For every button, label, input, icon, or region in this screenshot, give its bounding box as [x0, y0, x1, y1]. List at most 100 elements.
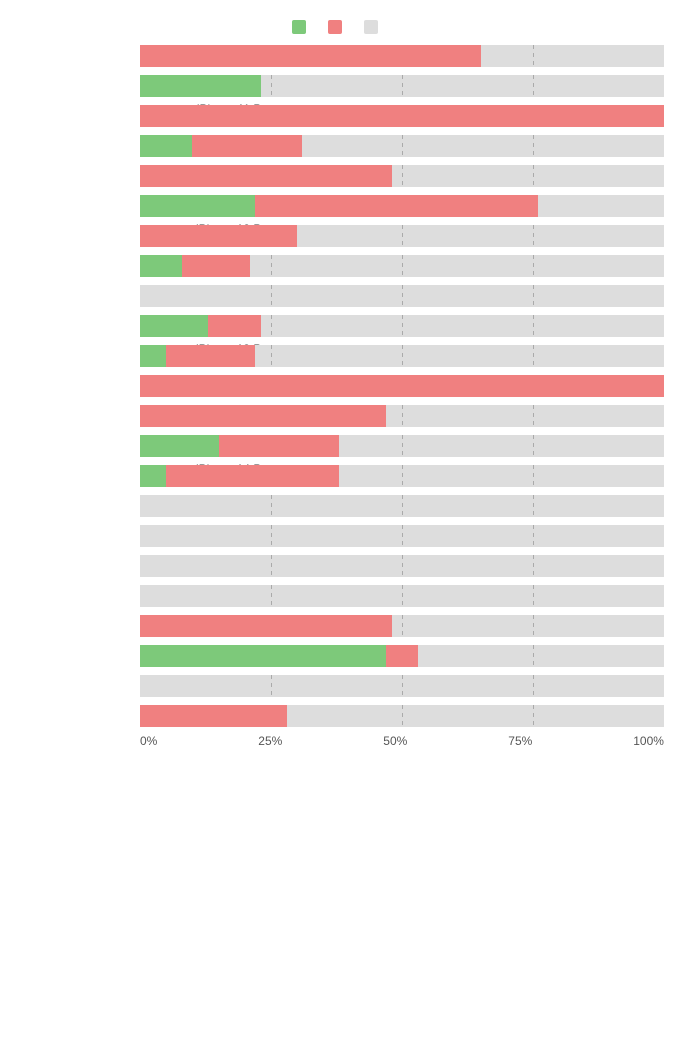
bar-segment-pink	[166, 465, 339, 487]
bar-row: iPhone 12 mini	[140, 162, 664, 190]
bar-segment-green	[140, 435, 219, 457]
grid-line	[533, 675, 534, 697]
x-label-100: 100%	[633, 734, 664, 748]
x-label-50: 50%	[383, 734, 407, 748]
grid-line	[533, 165, 534, 187]
grid-line	[402, 255, 403, 277]
bar-segment-pink	[219, 435, 340, 457]
bar-segment-pink	[140, 615, 392, 637]
bar-row: iPhone 13 mini	[140, 282, 664, 310]
bar-segment-green	[140, 75, 261, 97]
legend-dot-save	[292, 20, 306, 34]
bar-track	[140, 375, 664, 397]
bar-row: iPhone 12 Pro	[140, 192, 664, 220]
grid-line	[402, 585, 403, 607]
bar-segment-pink	[182, 255, 250, 277]
bar-segment-green	[140, 465, 166, 487]
bar-segment-pink	[255, 195, 538, 217]
grid-line	[533, 645, 534, 667]
grid-line	[402, 675, 403, 697]
legend-item-save	[292, 20, 310, 34]
bar-track	[140, 255, 664, 277]
grid-line	[402, 285, 403, 307]
bar-track	[140, 135, 664, 157]
grid-line	[402, 435, 403, 457]
bar-track	[140, 435, 664, 457]
legend-dot-none	[364, 20, 378, 34]
bar-row: iPhone 13 Pro Max	[140, 342, 664, 370]
bar-segment-pink	[208, 315, 260, 337]
grid-line	[533, 75, 534, 97]
grid-line	[533, 45, 534, 67]
bar-row: iPhone 11 Pro	[140, 72, 664, 100]
grid-line	[533, 135, 534, 157]
grid-line	[533, 345, 534, 367]
grid-line	[402, 495, 403, 517]
bar-track	[140, 705, 664, 727]
grid-line	[533, 225, 534, 247]
legend-dot-drain	[328, 20, 342, 34]
bar-segment-pink	[140, 45, 481, 67]
x-label-25: 25%	[258, 734, 282, 748]
bar-track	[140, 105, 664, 127]
chart-area: iPhone 11iPhone 11 ProiPhone 11 Pro Maxi…	[0, 42, 674, 730]
x-axis: 0% 25% 50% 75% 100%	[140, 734, 664, 748]
bar-row: iPhone 12 Pro Max	[140, 222, 664, 250]
grid-line	[402, 555, 403, 577]
bar-row: iPhone 12	[140, 132, 664, 160]
bar-row: iPhone 11 Pro Max	[140, 102, 664, 130]
bar-track	[140, 585, 664, 607]
bar-row: iPhone 14 Plus	[140, 402, 664, 430]
bar-segment-green	[140, 195, 255, 217]
grid-line	[271, 555, 272, 577]
bar-track	[140, 405, 664, 427]
bar-segment-green	[140, 345, 166, 367]
bar-row: iPhone 8 Plus	[140, 522, 664, 550]
bar-segment-pink	[140, 375, 664, 397]
bar-track	[140, 315, 664, 337]
bar-row: iPhone X	[140, 612, 664, 640]
bar-row: iPhone 11	[140, 42, 664, 70]
bar-segment-green	[140, 135, 192, 157]
legend-item-drain	[328, 20, 346, 34]
grid-line	[402, 405, 403, 427]
bar-row: iPhone XS	[140, 672, 664, 700]
bar-track	[140, 675, 664, 697]
bar-segment-green	[140, 315, 208, 337]
bar-track	[140, 225, 664, 247]
grid-line	[402, 315, 403, 337]
bar-row: iPhone XS Max	[140, 702, 664, 730]
bar-track	[140, 555, 664, 577]
bar-row: iPhone 14	[140, 372, 664, 400]
grid-line	[271, 75, 272, 97]
grid-line	[533, 615, 534, 637]
grid-line	[271, 525, 272, 547]
grid-line	[402, 465, 403, 487]
grid-line	[402, 135, 403, 157]
bar-track	[140, 615, 664, 637]
bar-row: iPhone SE 第3代	[140, 582, 664, 610]
grid-line	[402, 75, 403, 97]
grid-line	[533, 705, 534, 727]
bar-segment-green	[140, 645, 386, 667]
bar-track	[140, 525, 664, 547]
bar-track	[140, 195, 664, 217]
bar-track	[140, 345, 664, 367]
grid-line	[271, 585, 272, 607]
grid-line	[271, 315, 272, 337]
bar-segment-pink	[140, 105, 664, 127]
bar-row: iPhone 14 Pro	[140, 432, 664, 460]
grid-line	[533, 435, 534, 457]
x-label-0: 0%	[140, 734, 157, 748]
grid-line	[271, 345, 272, 367]
grid-line	[271, 495, 272, 517]
bar-track	[140, 165, 664, 187]
grid-line	[402, 225, 403, 247]
bar-track	[140, 465, 664, 487]
bar-row: iPhone 13	[140, 252, 664, 280]
bar-track	[140, 75, 664, 97]
bar-row: iPhone 13 Pro	[140, 312, 664, 340]
chart-container: iPhone 11iPhone 11 ProiPhone 11 Pro Maxi…	[0, 10, 674, 778]
grid-line	[271, 255, 272, 277]
bar-segment-pink	[192, 135, 302, 157]
